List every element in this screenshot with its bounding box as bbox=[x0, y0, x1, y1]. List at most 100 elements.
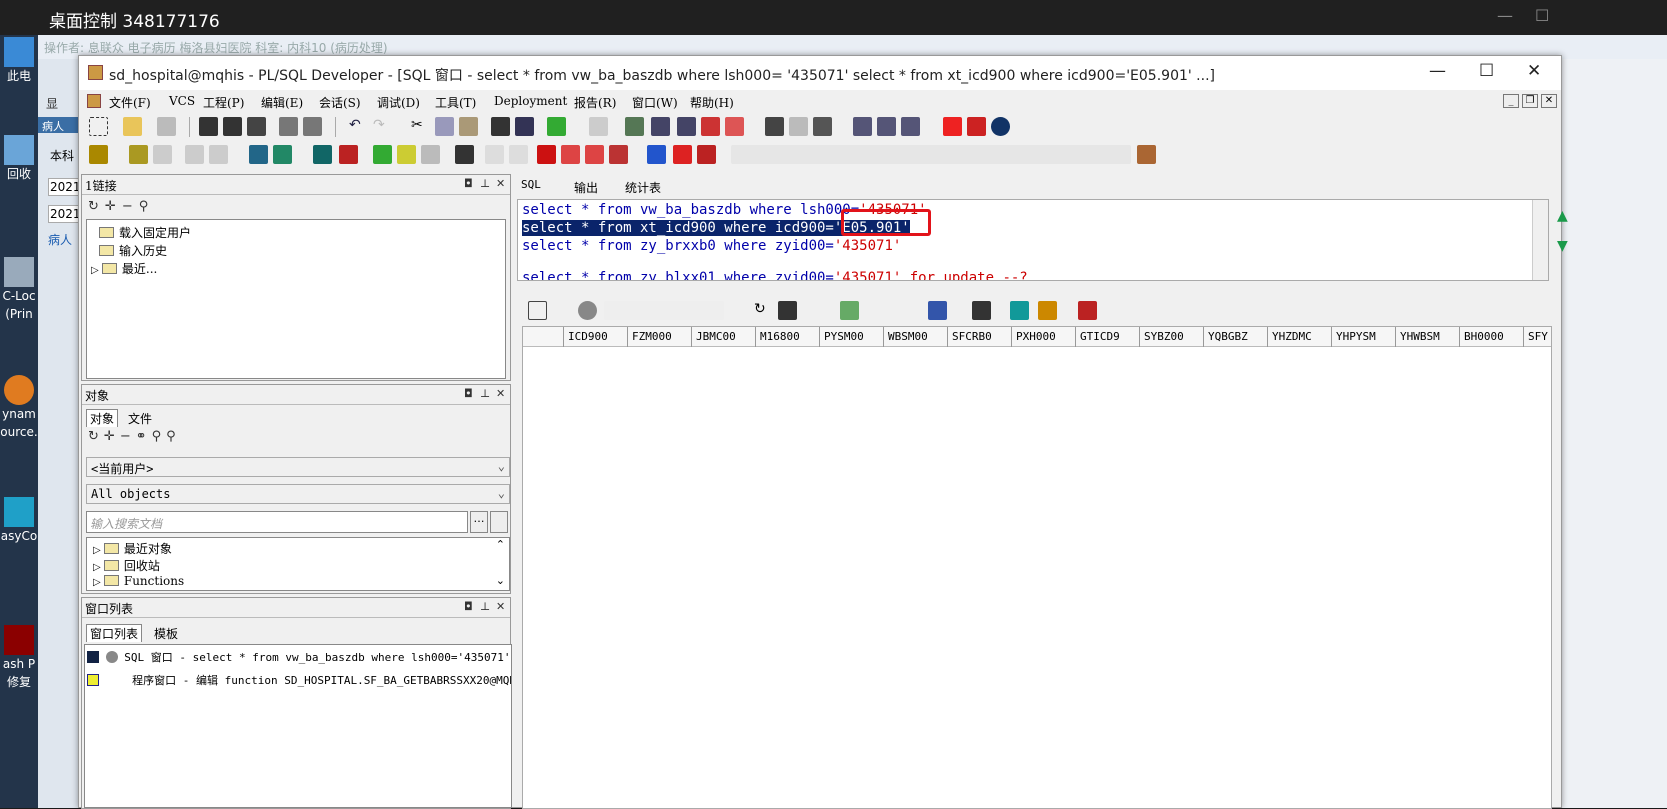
save-icon[interactable] bbox=[199, 117, 218, 136]
pin-icon[interactable]: ◘ bbox=[464, 177, 473, 190]
window-close-button[interactable]: ✕ bbox=[1527, 61, 1541, 81]
menu-debug[interactable]: 调试(D) bbox=[377, 94, 420, 111]
grid-column-header[interactable]: JBMC00 bbox=[691, 327, 755, 347]
remove-icon[interactable]: − bbox=[120, 429, 136, 444]
stop-icon[interactable] bbox=[697, 145, 716, 164]
query-by-example-icon[interactable] bbox=[840, 301, 859, 320]
grid-column-header[interactable]: PYSM00 bbox=[819, 327, 883, 347]
menu-deployment[interactable]: Deployment bbox=[494, 94, 567, 108]
menu-help[interactable]: 帮助(H) bbox=[690, 94, 734, 111]
grid-column-header[interactable]: ICD900 bbox=[563, 327, 627, 347]
menu-edit[interactable]: 编辑(E) bbox=[261, 94, 303, 111]
oracle-icon[interactable] bbox=[943, 117, 962, 136]
tool-window2-icon[interactable] bbox=[789, 117, 808, 136]
pin-icon[interactable]: ◘ bbox=[464, 387, 473, 400]
sql-window-new-icon[interactable] bbox=[273, 145, 292, 164]
tab-sql[interactable]: SQL bbox=[521, 178, 541, 191]
tool-window3-icon[interactable] bbox=[813, 117, 832, 136]
import-icon[interactable] bbox=[547, 117, 566, 136]
tree-item[interactable]: ▷ 最近... bbox=[91, 260, 157, 276]
info-icon[interactable] bbox=[991, 117, 1010, 136]
rollback-icon[interactable] bbox=[339, 145, 358, 164]
tree-item[interactable]: ▷ 回收站 bbox=[93, 557, 160, 573]
menu-session[interactable]: 会话(S) bbox=[319, 94, 361, 111]
menu-project[interactable]: 工程(P) bbox=[203, 94, 244, 111]
step-icon[interactable] bbox=[561, 145, 580, 164]
uppercase-icon[interactable] bbox=[701, 117, 720, 136]
tree-item[interactable]: ▷ Functions bbox=[93, 574, 184, 590]
tool-window-icon[interactable] bbox=[765, 117, 784, 136]
object-type-combo[interactable]: All objects ⌄ bbox=[86, 484, 510, 504]
cut-icon[interactable]: ✂ bbox=[411, 117, 430, 136]
menu-vcs[interactable]: VCS bbox=[169, 94, 195, 108]
dock-icon[interactable]: ⊥ bbox=[480, 387, 490, 400]
tile-icon[interactable] bbox=[877, 117, 896, 136]
tree-item[interactable]: 载入固定用户 bbox=[99, 224, 191, 240]
puzzle-icon[interactable] bbox=[373, 145, 392, 164]
arrow-right-red-icon[interactable] bbox=[673, 145, 692, 164]
save-icon[interactable] bbox=[972, 301, 991, 320]
save-as-icon[interactable] bbox=[223, 117, 242, 136]
arrow-right-blue-icon[interactable] bbox=[647, 145, 666, 164]
save-all-icon[interactable] bbox=[247, 117, 266, 136]
grid-icon[interactable] bbox=[528, 301, 547, 320]
user-icon[interactable]: ⚲ bbox=[139, 199, 155, 214]
grid-column-header[interactable]: SFCRB0 bbox=[947, 327, 1011, 347]
tile-vertical-icon[interactable] bbox=[901, 117, 920, 136]
indent-icon[interactable] bbox=[651, 117, 670, 136]
grid-column-header[interactable]: PXH000 bbox=[1011, 327, 1075, 347]
mdi-close-button[interactable]: ✕ bbox=[1541, 94, 1557, 108]
print-preview-icon[interactable] bbox=[157, 117, 176, 136]
tree-item[interactable]: 输入历史 bbox=[99, 242, 167, 258]
find-icon[interactable]: ⚭ bbox=[136, 429, 152, 444]
minimize-icon[interactable]: — bbox=[1497, 6, 1513, 25]
document-icon[interactable] bbox=[421, 145, 440, 164]
list-item[interactable]: SQL 窗口 - select * from vw_ba_baszdb wher… bbox=[87, 649, 511, 665]
grid-column-header[interactable]: SFY bbox=[1523, 327, 1551, 347]
key-icon[interactable] bbox=[89, 145, 108, 164]
desktop-icon-dynamic[interactable]: ynam ource. bbox=[0, 375, 38, 441]
user-combo[interactable]: <当前用户> ⌄ bbox=[86, 457, 510, 477]
export-icon[interactable] bbox=[928, 301, 947, 320]
refresh-icon[interactable]: ↻ bbox=[88, 199, 105, 214]
wrench-icon[interactable] bbox=[455, 145, 474, 164]
menu-report[interactable]: 报告(R) bbox=[574, 94, 616, 111]
scroll-up-icon[interactable]: ⌃ bbox=[496, 538, 505, 551]
lock-icon[interactable] bbox=[578, 301, 597, 320]
menu-window[interactable]: 窗口(W) bbox=[632, 94, 678, 111]
user-icon[interactable]: ⚲ bbox=[166, 429, 181, 444]
scroll-down-icon[interactable]: ⌄ bbox=[496, 574, 505, 587]
desktop-icon-easy[interactable]: asyCo bbox=[0, 497, 38, 545]
tab-statistics[interactable]: 统计表 bbox=[625, 179, 661, 196]
mdi-minimize-button[interactable]: _ bbox=[1503, 94, 1519, 108]
database-icon[interactable] bbox=[1010, 301, 1029, 320]
add-icon[interactable]: ✛ bbox=[105, 199, 122, 214]
sql-scrollbar[interactable] bbox=[1532, 200, 1548, 280]
tab-window-list[interactable]: 窗口列表 bbox=[86, 624, 143, 642]
search-options-button[interactable]: … bbox=[470, 511, 488, 533]
menu-tools[interactable]: 工具(T) bbox=[435, 94, 476, 111]
grid-column-header[interactable]: SYBZ00 bbox=[1139, 327, 1203, 347]
add-icon[interactable]: ✛ bbox=[104, 429, 120, 444]
open-icon[interactable] bbox=[123, 117, 142, 136]
find-icon[interactable] bbox=[778, 301, 797, 320]
refresh-icon[interactable]: ↻ bbox=[754, 301, 773, 320]
filter-icon[interactable]: ⚲ bbox=[152, 429, 167, 444]
breakpoint-icon[interactable] bbox=[537, 145, 556, 164]
lowercase-icon[interactable] bbox=[725, 117, 744, 136]
replace-icon[interactable] bbox=[515, 117, 534, 136]
grid-column-header[interactable]: YQBGBZ bbox=[1203, 327, 1267, 347]
expand-icon[interactable]: ▷ bbox=[93, 545, 104, 556]
refresh-icon[interactable]: ↻ bbox=[88, 429, 104, 444]
find-icon[interactable] bbox=[491, 117, 510, 136]
pin-icon[interactable]: ◘ bbox=[464, 600, 473, 613]
grid-column-header[interactable]: GTICD9 bbox=[1075, 327, 1139, 347]
window-minimize-button[interactable]: — bbox=[1429, 61, 1446, 81]
redo-icon[interactable]: ↷ bbox=[373, 117, 392, 136]
copy-icon[interactable] bbox=[435, 117, 454, 136]
grid-column-header[interactable]: YHPYSM bbox=[1331, 327, 1395, 347]
desktop-icon-pc[interactable]: 此电 bbox=[0, 37, 38, 85]
print-icon[interactable] bbox=[279, 117, 298, 136]
unindent-icon[interactable] bbox=[677, 117, 696, 136]
commit-icon[interactable] bbox=[313, 145, 332, 164]
